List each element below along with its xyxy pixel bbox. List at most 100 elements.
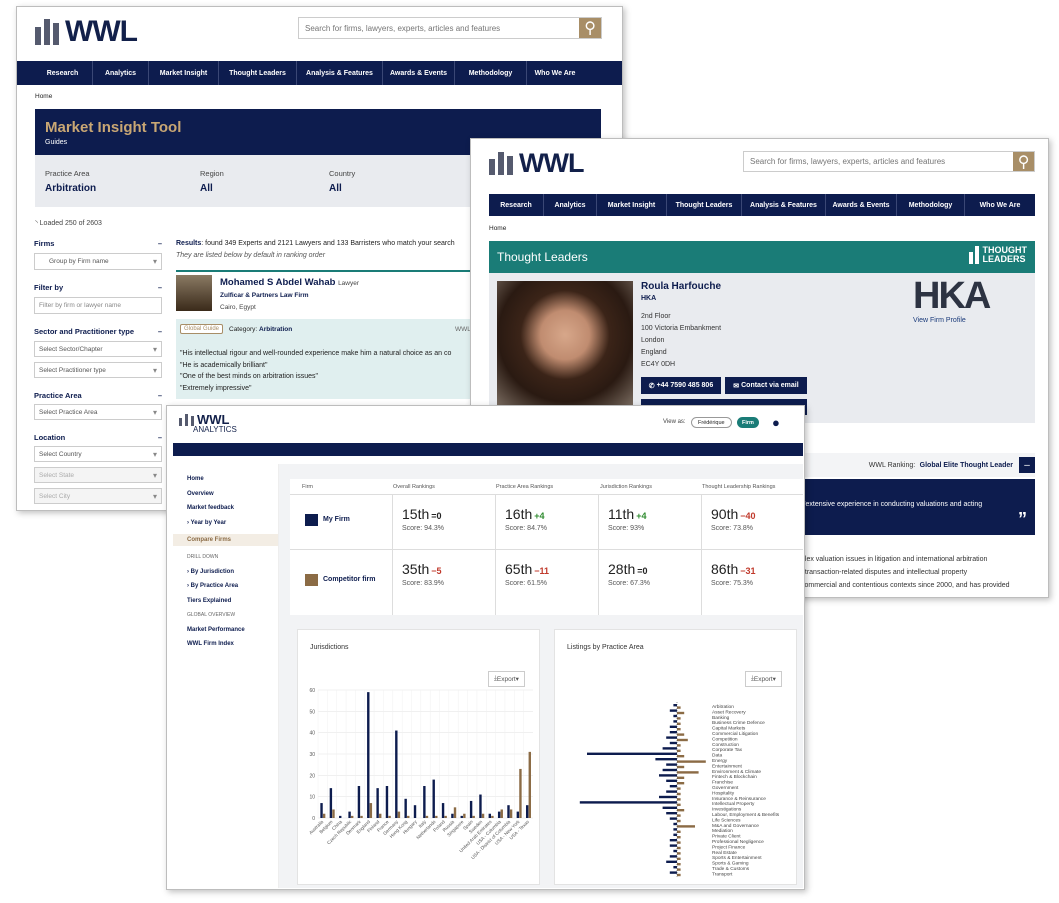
practitioner-select[interactable]: Select Practitioner type [34,362,162,378]
firms-heading[interactable]: Firms – [34,239,162,248]
category-label: Mediation [712,828,733,834]
nav-awards-events[interactable]: Awards & Events [826,194,897,216]
nav-research[interactable]: Research [489,194,544,216]
category-label: Energy [712,758,728,764]
wwl-logo[interactable]: WWL [35,15,138,49]
nav-analysis-features[interactable]: Analysis & Features [297,61,383,85]
phone-button[interactable]: ✆ +44 7590 485 806 [641,377,721,394]
wwl-logo[interactable]: WWL [489,148,584,179]
nav-thought-leaders[interactable]: Thought Leaders [667,194,742,216]
nav-awards-events[interactable]: Awards & Events [383,61,455,85]
search-bar[interactable]: ⚲ [743,151,1035,172]
col-jurisdiction: Jurisdiction Rankings [600,484,652,490]
nav-analysis-features[interactable]: Analysis & Features [742,194,826,216]
sector-select[interactable]: Select Sector/Chapter [34,341,162,357]
category-label: Sports & Gaming [712,861,749,867]
nav-thought-leaders[interactable]: Thought Leaders [219,61,297,85]
group-by-firm-checkbox[interactable]: Group by Firm name [34,253,162,270]
menu-compare-firms[interactable]: Compare Firms [173,534,278,546]
bar-my-firm [666,860,677,863]
menu-by-practice-area[interactable]: › By Practice Area [187,583,278,589]
nav-market-insight[interactable]: Market Insight [597,194,667,216]
results-subtext: They are listed below by default in rank… [176,252,326,259]
bar-my-firm [497,811,501,818]
location-heading[interactable]: Location – [34,433,162,442]
col-practice: Practice Area Rankings [496,484,554,490]
bar-my-firm [320,803,323,818]
nav-analytics[interactable]: Analytics [93,61,149,85]
search-icon[interactable]: ⚲ [579,18,601,38]
menu-by-jurisdiction[interactable]: › By Jurisdiction [187,569,278,575]
bar-competitor [369,803,373,818]
search-bar[interactable]: ⚲ [298,17,602,39]
category-label: Sports & Entertainment [712,855,762,861]
filter-value-region[interactable]: All [200,183,213,194]
page-title: Thought Leaders [497,250,588,264]
lawyer-name[interactable]: Mohamed S Abdel Wahab Lawyer [220,277,359,288]
nav-methodology[interactable]: Methodology [455,61,527,85]
menu-tiers-explained[interactable]: Tiers Explained [187,598,278,604]
bar-my-firm [460,815,463,818]
bar-my-firm [666,790,677,793]
nav-who-we-are[interactable]: Who We Are [965,194,1035,216]
breadcrumb[interactable]: Home [489,225,506,232]
col-overall: Overall Rankings [393,484,435,490]
menu-firm-index[interactable]: WWL Firm Index [187,641,278,647]
menu-market-performance[interactable]: Market Performance [187,627,278,633]
y-tick-label: 10 [309,795,315,801]
tl-header: Thought Leaders THOUGHT LEADERS [489,241,1035,273]
collapse-icon[interactable]: – [1019,457,1035,473]
filter-value-country[interactable]: All [329,183,342,194]
hka-logo[interactable]: HKA [913,275,991,318]
bar-competitor [677,825,695,828]
state-select[interactable]: Select State [34,467,162,483]
email-button[interactable]: ✉ Contact via email [725,377,807,394]
search-input[interactable] [744,152,1014,171]
country-select[interactable]: Select Country [34,446,162,462]
menu-home[interactable]: Home [187,476,278,482]
category-label: Government [712,785,739,791]
city-select[interactable]: Select City [34,488,162,504]
col-thought-leadership: Thought Leadership Rankings [702,484,776,490]
toggle-firm[interactable]: Firm [737,417,759,428]
filter-value-practice[interactable]: Arbitration [45,183,96,194]
sector-heading[interactable]: Sector and Practitioner type – [34,327,162,336]
lawyer-firm[interactable]: Zulficar & Partners Law Firm [220,292,309,299]
bar-my-firm [525,805,529,818]
nav-analytics[interactable]: Analytics [544,194,597,216]
bar-my-firm [673,849,677,853]
bar-competitor [677,819,681,823]
bar-my-firm [376,788,379,818]
breadcrumb[interactable]: Home [35,93,52,100]
bar-my-firm [673,828,677,831]
nav-methodology[interactable]: Methodology [897,194,965,216]
analytics-topbar [173,443,803,456]
bar-competitor [379,813,382,818]
category-label: Transport [712,871,733,877]
analytics-logo[interactable]: WWL ANALYTICS [179,412,237,434]
profile-name: Roula Harfouche [641,281,722,292]
menu-year-by-year[interactable]: › Year by Year [187,520,278,526]
practice-area-select[interactable]: Select Practice Area [34,404,162,420]
filter-name-input[interactable]: Filter by firm or lawyer name [34,297,162,314]
category-label: Labour, Employment & Benefits [712,812,780,818]
bar-competitor [677,814,681,817]
nav-who-we-are[interactable]: Who We Are [527,61,583,85]
menu-overview[interactable]: Overview [187,491,278,497]
search-icon[interactable]: ⚲ [1013,152,1034,171]
toggle-person[interactable]: Frédérique [691,417,732,428]
search-input[interactable] [299,18,580,38]
bar-competitor [677,744,681,747]
view-firm-profile-link[interactable]: View Firm Profile [913,317,966,324]
practice-area-heading[interactable]: Practice Area – [34,391,162,400]
filter-by-heading[interactable]: Filter by – [34,283,162,292]
profile-card: Roula Harfouche HKA 2nd Floor 100 Victori… [489,273,1035,423]
nav-research[interactable]: Research [33,61,93,85]
profile-org[interactable]: HKA [641,295,656,302]
bar-competitor [444,815,447,818]
nav-market-insight[interactable]: Market Insight [149,61,219,85]
bar-competitor [677,792,681,796]
user-icon[interactable]: ● [772,415,780,430]
bar-my-firm [432,779,435,818]
menu-market-feedback[interactable]: Market feedback [187,505,278,511]
